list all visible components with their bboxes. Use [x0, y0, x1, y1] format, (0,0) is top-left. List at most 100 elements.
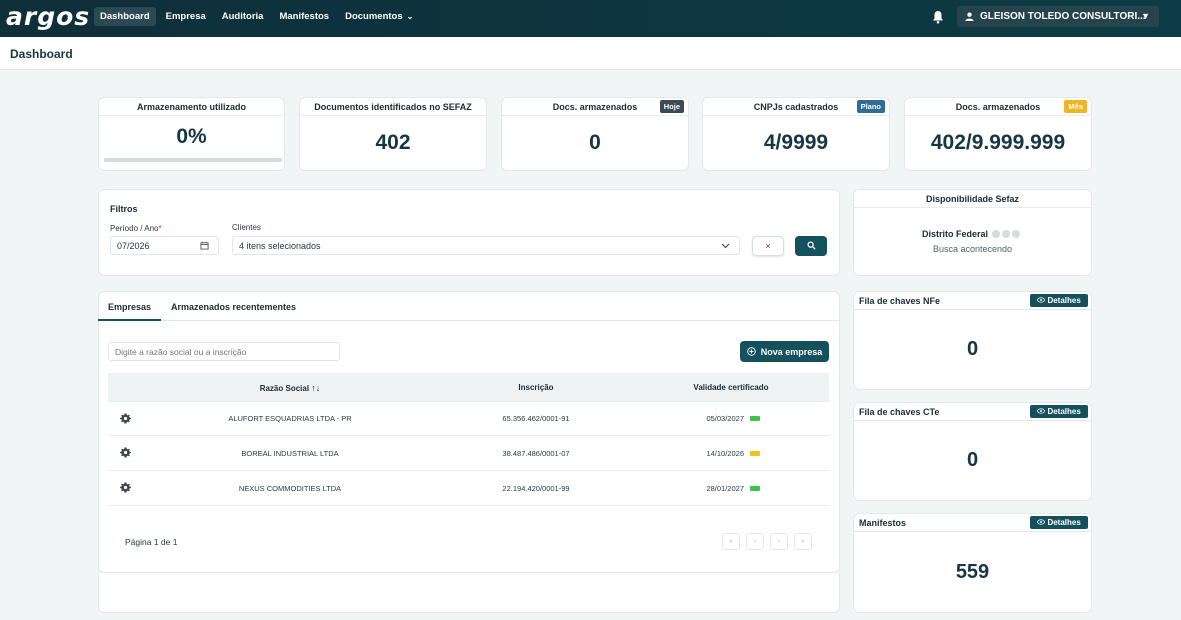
col-razao-social-label: Razão Social [259, 384, 310, 393]
company-registration: 65.356.462/0001-91 [502, 414, 570, 423]
nfe-details-label: Detalhes [1047, 296, 1081, 305]
next-page-button[interactable]: › [770, 533, 788, 550]
stat-title-text: Docs. armazenados [552, 102, 638, 112]
companies-card [98, 291, 840, 573]
prev-page-button[interactable]: ‹ [746, 533, 764, 550]
period-label-text: Período / Ano [110, 224, 159, 233]
row-divider [108, 401, 829, 402]
stat-card-cnpjs: CNPJs cadastrados Plano 4/9999 [702, 97, 890, 171]
sefaz-title: Disponibilidade Sefaz [854, 190, 1091, 208]
stat-card-sefaz-docs: Documentos identificados no SEFAZ 402 [299, 97, 487, 171]
company-search-input[interactable] [108, 342, 340, 361]
period-label: Período / Ano* [110, 224, 162, 233]
user-menu-button[interactable]: GLEISON TOLEDO CONSULTORI... ▼ [957, 6, 1159, 27]
manifestos-value: 559 [955, 561, 990, 583]
filters-card [98, 189, 840, 276]
battery-status-icon [750, 486, 760, 491]
row-divider [108, 435, 829, 436]
card-divider [853, 420, 1092, 421]
company-name: BOREAL INDUSTRIAL LTDA [241, 449, 339, 458]
row-divider [108, 505, 829, 506]
plus-circle-icon [746, 347, 756, 356]
companies-card-footer [98, 573, 840, 613]
status-dot [992, 230, 1000, 238]
last-page-button[interactable]: » [794, 533, 812, 550]
sefaz-status-dots [992, 230, 1020, 238]
nav-manifestos[interactable]: Manifestos [273, 7, 335, 26]
nav-empresa[interactable]: Empresa [160, 7, 212, 26]
page-header: Dashboard [0, 37, 1181, 70]
new-company-label: Nova empresa [760, 346, 823, 357]
stat-value: 0% [176, 125, 207, 148]
nfe-details-button[interactable]: Detalhes [1030, 294, 1088, 307]
stat-value: 0 [589, 131, 601, 154]
sefaz-region: Distrito Federal [922, 229, 989, 239]
col-inscricao: Inscrição [518, 383, 554, 392]
caret-down-icon: ▼ [1141, 11, 1150, 21]
stat-title-text: CNPJs cadastrados [753, 102, 839, 112]
row-divider [108, 470, 829, 471]
certificate-validity: 14/10/2026 [706, 449, 744, 458]
company-registration: 38.487.486/0001-07 [502, 449, 570, 458]
filters-title: Filtros [110, 204, 138, 214]
company-registration: 22.194.420/0001-99 [502, 484, 570, 493]
gear-icon[interactable] [120, 413, 131, 424]
sefaz-status: Busca acontecendo [932, 244, 1013, 254]
stat-title: Documentos identificados no SEFAZ [300, 98, 486, 116]
cte-queue-title: Fila de chaves CTe [859, 407, 940, 417]
search-filters-button[interactable] [795, 236, 827, 256]
nfe-queue-title: Fila de chaves NFe [859, 296, 941, 306]
status-dot [1012, 230, 1020, 238]
badge-mes: Mês [1064, 100, 1087, 113]
first-page-button[interactable]: « [722, 533, 740, 550]
clients-label: Clientes [232, 223, 261, 232]
cte-queue-value: 0 [966, 449, 979, 471]
bell-icon[interactable] [932, 10, 944, 24]
nav-documentos-label: Documentos [345, 11, 403, 22]
stat-card-storage: Armazenamento utilizado 0% [98, 97, 285, 171]
calendar-icon[interactable] [200, 241, 209, 250]
eye-icon [1037, 297, 1046, 303]
card-divider [853, 531, 1092, 532]
pagination-label: Página 1 de 1 [125, 537, 178, 547]
col-razao-social[interactable]: Razão Social ↑↓ [200, 383, 380, 393]
manifestos-details-button[interactable]: Detalhes [1030, 516, 1088, 529]
storage-progress-bar [104, 158, 282, 162]
page-title: Dashboard [10, 47, 73, 61]
cte-details-button[interactable]: Detalhes [1030, 405, 1088, 418]
nav-documentos[interactable]: Documentos ⌄ [339, 7, 419, 26]
argos-logo[interactable]: argos [6, 2, 90, 31]
stat-value: 402 [375, 131, 411, 154]
gear-icon[interactable] [120, 482, 131, 493]
stat-card-docs-month: Docs. armazenados Mês 402/9.999.999 [904, 97, 1092, 171]
tab-empresas[interactable]: Empresas [108, 302, 151, 312]
manifestos-details-label: Detalhes [1047, 518, 1081, 527]
stat-card-docs-today: Docs. armazenados Hoje 0 [501, 97, 689, 171]
new-company-button[interactable]: Nova empresa [740, 341, 829, 362]
battery-status-icon [750, 451, 760, 456]
nav-dashboard[interactable]: Dashboard [94, 7, 156, 26]
manifestos-title: Manifestos [859, 518, 907, 528]
company-name: ALUFORT ESQUADRIAS LTDA - PR [228, 414, 352, 423]
badge-hoje: Hoje [659, 100, 684, 113]
sort-icon[interactable]: ↑↓ [311, 383, 320, 393]
tabs-divider [98, 320, 840, 321]
stat-title-text: Docs. armazenados [955, 102, 1041, 112]
cte-details-label: Detalhes [1047, 407, 1081, 416]
nav-auditoria[interactable]: Auditoria [216, 7, 270, 26]
active-tab-indicator [98, 319, 161, 321]
clients-value: 4 itens selecionados [239, 241, 321, 251]
stat-title: Armazenamento utilizado [99, 98, 284, 116]
gear-icon[interactable] [120, 447, 131, 458]
user-icon [965, 12, 974, 21]
clear-filters-button[interactable]: × [752, 236, 784, 256]
status-dot [1002, 230, 1010, 238]
search-icon [807, 241, 816, 250]
card-divider [853, 309, 1092, 310]
clients-select[interactable]: 4 itens selecionados [232, 236, 740, 255]
stat-value: 4/9999 [763, 131, 829, 154]
top-navbar: argos Dashboard Empresa Auditoria Manife… [0, 0, 1181, 37]
required-mark: * [158, 224, 162, 233]
tab-armazenados[interactable]: Armazenados recentementes [171, 302, 296, 312]
period-input[interactable]: 07/2026 [110, 236, 219, 255]
